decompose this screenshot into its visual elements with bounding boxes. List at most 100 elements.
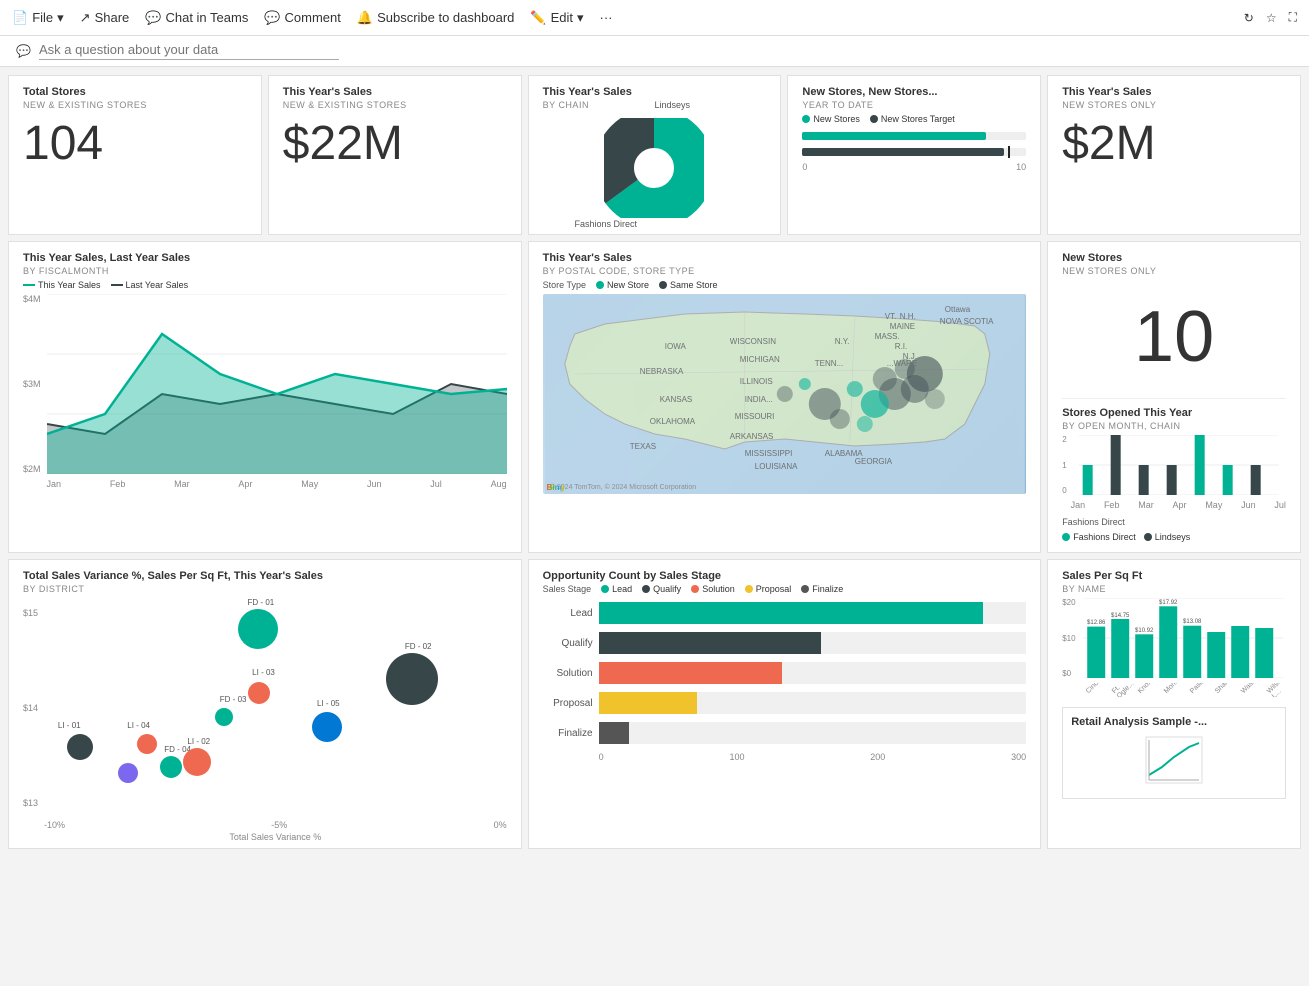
pie-chart: Lindseys Fashions Direct — [543, 114, 767, 224]
legend-new-store: New Store — [596, 280, 649, 290]
file-icon: 📄 — [12, 10, 28, 26]
comment-button[interactable]: 💬 Comment — [264, 10, 341, 26]
bubble-plot: FD - 01 FD - 02 FD - 03 FD - 04 LI - 01 … — [44, 598, 507, 838]
opened-y-axis: 2 1 0 — [1062, 435, 1066, 495]
svg-text:MICHIGAN: MICHIGAN — [739, 355, 779, 364]
bubble-y-axis: $15 $14 $13 — [23, 608, 38, 808]
pie-label-lindseys: Lindseys — [654, 100, 690, 110]
svg-text:$10.92: $10.92 — [1135, 628, 1154, 634]
map-svg: IOWA NEBRASKA KANSAS OKLAHOMA TEXAS WISC… — [543, 294, 1027, 494]
bing-logo: Bing — [547, 483, 565, 492]
sqft-title: Sales Per Sq Ft — [1062, 570, 1286, 582]
file-menu[interactable]: 📄 File ▾ — [12, 10, 64, 26]
svg-text:TEXAS: TEXAS — [629, 442, 655, 451]
this-year-sales-card: This Year's Sales NEW & EXISTING STORES … — [268, 75, 522, 235]
solution-dot — [691, 585, 699, 593]
bubble-label-fd02: FD - 02 — [405, 642, 432, 651]
x-axis: Jan Feb Mar Apr May Jun Jul Aug — [47, 479, 507, 489]
refresh-icon[interactable]: ↻ — [1244, 11, 1254, 25]
svg-text:GEORGIA: GEORGIA — [854, 457, 892, 466]
topbar: 📄 File ▾ ↗ Share 💬 Chat in Teams 💬 Comme… — [0, 0, 1309, 36]
subscribe-button[interactable]: 🔔 Subscribe to dashboard — [357, 10, 515, 26]
qualify-dot — [642, 585, 650, 593]
legend-last-year: Last Year Sales — [111, 280, 189, 290]
bubble-chart-inner: FD - 01 FD - 02 FD - 03 FD - 04 LI - 01 … — [44, 598, 507, 818]
sqft-chart-area: $20 $10 $0 $12.86 $14.75 — [1062, 598, 1286, 697]
ytd-axis: 0 10 — [802, 162, 1026, 172]
new-stores-ytd-card: New Stores, New Stores... YEAR TO DATE N… — [787, 75, 1041, 235]
line-chart-area: $4M $3M $2M — [23, 294, 507, 489]
chat-in-teams-button[interactable]: 💬 Chat in Teams — [145, 10, 248, 26]
new-only-subtitle: NEW STORES ONLY — [1062, 100, 1286, 110]
legend-target: New Stores Target — [870, 114, 955, 124]
opp-title: Opportunity Count by Sales Stage — [543, 570, 1027, 582]
chain-fashions: Fashions Direct — [1062, 532, 1136, 542]
line-title: This Year Sales, Last Year Sales — [23, 252, 507, 264]
sales-stage-label: Sales Stage — [543, 584, 592, 594]
share-button[interactable]: ↗ Share — [80, 10, 130, 26]
sqft-bars-wrapper: $12.86 $14.75 $10.92 $17.92 $13.08 — [1080, 598, 1286, 697]
fashions-dot — [1062, 533, 1070, 541]
svg-text:WISCONSIN: WISCONSIN — [729, 337, 775, 346]
bubble-fd02 — [386, 653, 438, 705]
finalize-dot — [801, 585, 809, 593]
bubble-li05 — [312, 712, 342, 742]
share-icon: ↗ — [80, 10, 91, 26]
qa-input-container — [39, 42, 339, 60]
edit-button[interactable]: ✏️ Edit ▾ — [530, 10, 583, 26]
stores-opened-section: Stores Opened This Year BY OPEN MONTH, C… — [1062, 398, 1286, 542]
svg-text:Ottawa: Ottawa — [944, 305, 970, 314]
svg-text:ARKANSAS: ARKANSAS — [729, 432, 773, 441]
lindseys-dot — [1144, 533, 1152, 541]
bubble-li02 — [183, 748, 211, 776]
svg-text:KANSAS: KANSAS — [659, 395, 691, 404]
more-button[interactable]: ··· — [600, 10, 613, 25]
svg-text:N.H.: N.H. — [899, 312, 915, 321]
svg-text:MISSOURI: MISSOURI — [734, 412, 774, 421]
svg-text:...WARE: ...WARE — [886, 359, 916, 368]
opp-x-axis: 0 100 200 300 — [599, 752, 1027, 762]
dashboard: Total Stores NEW & EXISTING STORES 104 T… — [0, 67, 1309, 857]
ytd-bars: 0 10 — [802, 132, 1026, 172]
bubble-label-li02: LI - 02 — [187, 737, 210, 746]
bubble-label-fd03: FD - 03 — [220, 695, 247, 704]
this-year-sales-title: This Year's Sales — [283, 86, 507, 98]
bubble-label-li05: LI - 05 — [317, 699, 340, 708]
svg-text:INDIA...: INDIA... — [744, 395, 772, 404]
bookmark-icon[interactable]: ☆ — [1266, 11, 1277, 25]
pie-svg — [604, 118, 704, 218]
svg-text:LOUISIANA: LOUISIANA — [754, 462, 797, 471]
qa-input[interactable] — [39, 42, 339, 57]
svg-text:MAINE: MAINE — [889, 322, 914, 331]
opp-bar-qualify: Qualify — [543, 632, 1027, 654]
new-count-subtitle: NEW STORES ONLY — [1062, 266, 1286, 276]
fullscreen-icon[interactable]: ⛶ — [1289, 10, 1297, 25]
svg-text:$12.86: $12.86 — [1087, 620, 1106, 626]
legend-same-store: Same Store — [659, 280, 718, 290]
svg-text:IOWA: IOWA — [664, 342, 686, 351]
legend-qualify: Qualify — [642, 584, 681, 594]
bubble-chart-card: Total Sales Variance %, Sales Per Sq Ft,… — [8, 559, 522, 849]
opp-bars: Lead Qualify Solution Proposal — [543, 602, 1027, 762]
bubble-label-fd01: FD - 01 — [248, 598, 275, 607]
opportunity-card: Opportunity Count by Sales Stage Sales S… — [528, 559, 1042, 849]
bubble-li04 — [137, 734, 157, 754]
svg-text:© 2024 TomTom, © 2024 Microsof: © 2024 TomTom, © 2024 Microsoft Corporat… — [549, 483, 695, 491]
edit-icon: ✏️ — [530, 10, 546, 26]
chain-lindseys: Lindseys — [1144, 532, 1191, 542]
svg-text:ILLINOIS: ILLINOIS — [739, 377, 772, 386]
legend-solution: Solution — [691, 584, 735, 594]
retail-icon-container — [1071, 730, 1277, 790]
bubble-li01 — [67, 734, 93, 760]
topbar-right: ↻ ☆ ⛶ — [1244, 10, 1297, 25]
store-type-label: Store Type — [543, 280, 586, 290]
sales-sqft-card: Sales Per Sq Ft BY NAME $20 $10 $0 $12.8… — [1047, 559, 1301, 849]
sqft-svg: $12.86 $14.75 $10.92 $17.92 $13.08 — [1080, 598, 1286, 678]
map-container: IOWA NEBRASKA KANSAS OKLAHOMA TEXAS WISC… — [543, 294, 1027, 494]
same-store-dot — [659, 281, 667, 289]
chevron-icon: ▾ — [57, 10, 64, 26]
ytd-bar-row-1 — [802, 132, 1026, 140]
finalize-track — [599, 722, 1027, 744]
svg-text:TENN...: TENN... — [814, 359, 842, 368]
svg-text:N.Y.: N.Y. — [834, 337, 849, 346]
